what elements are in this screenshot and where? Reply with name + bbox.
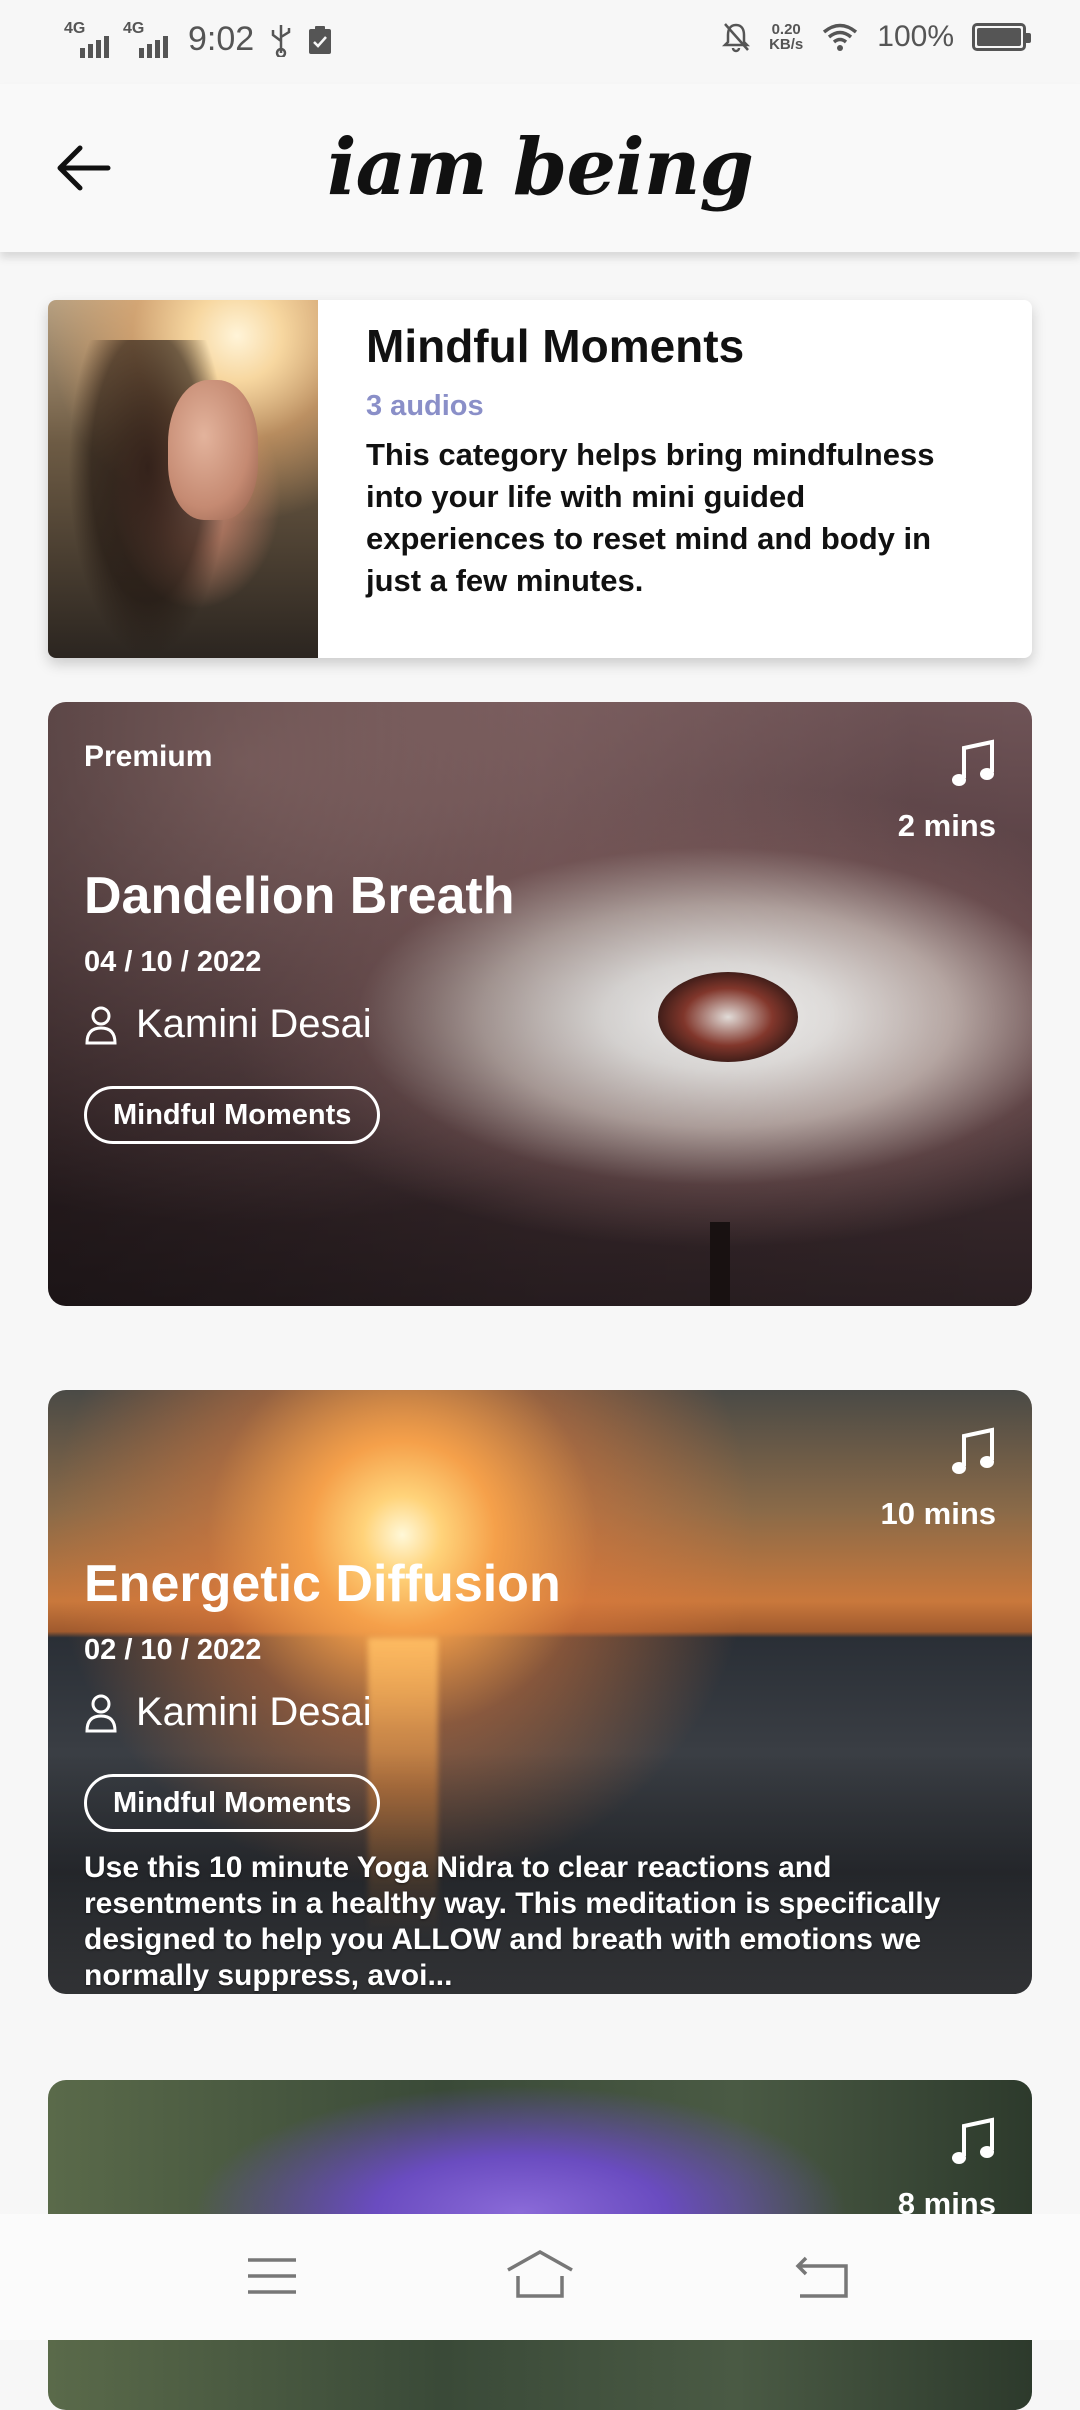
- clock: 9:02: [188, 20, 255, 58]
- category-image: [48, 300, 318, 658]
- audio-date: 02 / 10 / 2022: [84, 1634, 262, 1666]
- premium-badge: Premium: [84, 740, 213, 773]
- back-icon[interactable]: [790, 2244, 854, 2308]
- audio-title: Energetic Diffusion: [84, 1555, 561, 1613]
- music-note-icon: [952, 739, 994, 786]
- category-audio-count: 3 audios: [366, 390, 484, 422]
- wifi-icon: [823, 23, 858, 51]
- battery-icon: [972, 23, 1031, 51]
- audio-duration: 2 mins: [897, 808, 996, 843]
- audio-title: Dandelion Breath: [84, 867, 515, 925]
- network-speed: 0.20 KB/s: [769, 21, 804, 53]
- audio-description: Use this 10 minute Yoga Nidra to clear r…: [84, 1851, 941, 1992]
- person-icon: [85, 1006, 117, 1044]
- home-icon[interactable]: [504, 2244, 576, 2308]
- audio-date: 04 / 10 / 2022: [84, 946, 262, 978]
- audio-card[interactable]: 10 mins Energetic Diffusion 02 / 10 / 20…: [48, 1390, 1032, 1994]
- author-name: Kamini Desai: [136, 1002, 372, 1046]
- audio-duration: 10 mins: [880, 1496, 996, 1531]
- signal-strength-icon: 4G: [123, 20, 168, 58]
- category-tag[interactable]: Mindful Moments: [84, 1774, 381, 1832]
- category-tag[interactable]: Mindful Moments: [84, 1086, 381, 1144]
- audio-card[interactable]: Premium 2 mins Dandelion Breath 04 / 10 …: [48, 702, 1032, 1306]
- clipboard-check-icon: [309, 25, 332, 54]
- battery-percent: 100%: [877, 20, 954, 53]
- author-name: Kamini Desai: [136, 1690, 372, 1734]
- menu-icon[interactable]: [240, 2244, 304, 2308]
- category-description: This category helps bring mindfulness in…: [366, 437, 935, 598]
- category-title: Mindful Moments: [366, 320, 745, 372]
- battery-level: [977, 28, 1021, 46]
- audio-author: Kamini Desai: [84, 1002, 372, 1047]
- audio-author: Kamini Desai: [84, 1690, 372, 1735]
- app-logo: iam being: [327, 122, 754, 213]
- status-bar: 4G 4G 9:02 0.20 KB/s 100%: [0, 0, 1080, 84]
- signal-strength-icon: 4G: [64, 20, 109, 58]
- category-card: Mindful Moments 3 audios This category h…: [48, 300, 1032, 658]
- music-note-icon: [952, 2117, 994, 2164]
- usb-icon: [271, 24, 291, 57]
- system-nav-bar: [0, 2214, 1080, 2340]
- app-header: iam being: [0, 84, 1080, 252]
- music-note-icon: [952, 1427, 994, 1474]
- person-icon: [85, 1694, 117, 1732]
- bell-off-icon: [722, 23, 751, 53]
